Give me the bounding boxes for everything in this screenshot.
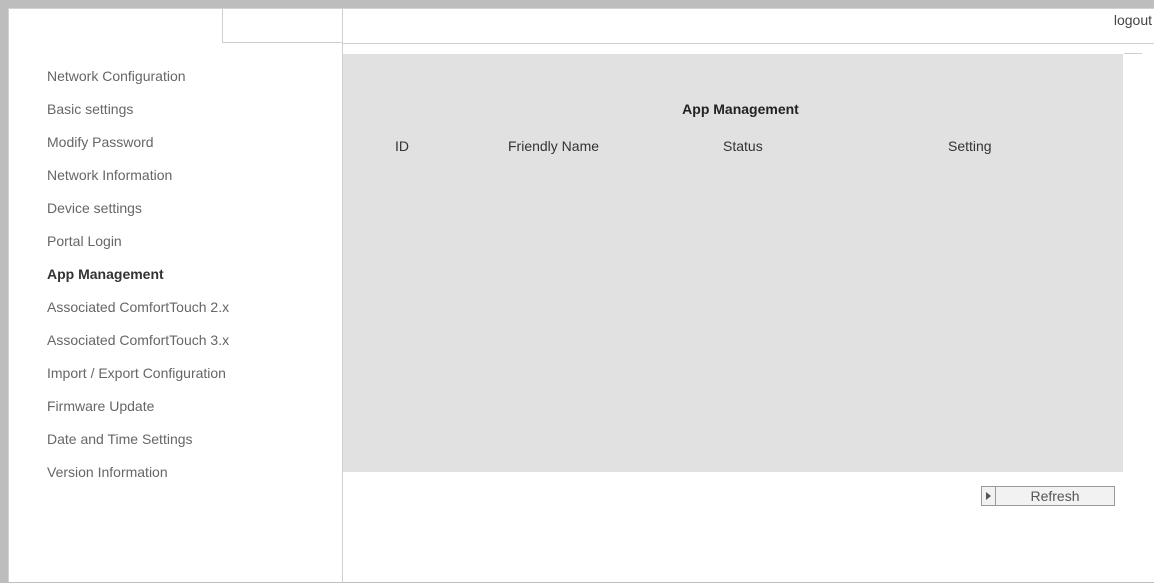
sidebar-nav: Network Configuration Basic settings Mod…	[47, 67, 337, 496]
sidebar-item-comforttouch-2x[interactable]: Associated ComfortTouch 2.x	[47, 298, 337, 331]
sidebar-item-firmware-update[interactable]: Firmware Update	[47, 397, 337, 430]
refresh-button[interactable]: Refresh	[981, 486, 1115, 506]
sidebar-item-device-settings[interactable]: Device settings	[47, 199, 337, 232]
column-header-status: Status	[723, 138, 763, 154]
sidebar-item-app-management[interactable]: App Management	[47, 265, 337, 298]
column-header-id: ID	[395, 138, 409, 154]
header-divider	[343, 43, 1154, 44]
logout-link[interactable]: logout	[1114, 12, 1152, 28]
header-accent-line	[1124, 53, 1142, 54]
sidebar-item-import-export[interactable]: Import / Export Configuration	[47, 364, 337, 397]
sidebar-item-modify-password[interactable]: Modify Password	[47, 133, 337, 166]
app-window: logout Network Configuration Basic setti…	[8, 8, 1154, 583]
sidebar-item-network-information[interactable]: Network Information	[47, 166, 337, 199]
sidebar-item-comforttouch-3x[interactable]: Associated ComfortTouch 3.x	[47, 331, 337, 364]
app-management-panel: App Management ID Friendly Name Status S…	[343, 54, 1123, 472]
sidebar-item-network-configuration[interactable]: Network Configuration	[47, 67, 337, 100]
column-header-setting: Setting	[948, 138, 992, 154]
sidebar-item-date-time-settings[interactable]: Date and Time Settings	[47, 430, 337, 463]
refresh-button-label: Refresh	[1030, 488, 1080, 504]
sidebar-item-version-information[interactable]: Version Information	[47, 463, 337, 496]
page-title: App Management	[682, 101, 799, 117]
play-arrow-icon	[982, 487, 996, 505]
column-header-friendly-name: Friendly Name	[508, 138, 600, 154]
header-left-box	[222, 9, 342, 43]
sidebar-item-portal-login[interactable]: Portal Login	[47, 232, 337, 265]
sidebar-item-basic-settings[interactable]: Basic settings	[47, 100, 337, 133]
